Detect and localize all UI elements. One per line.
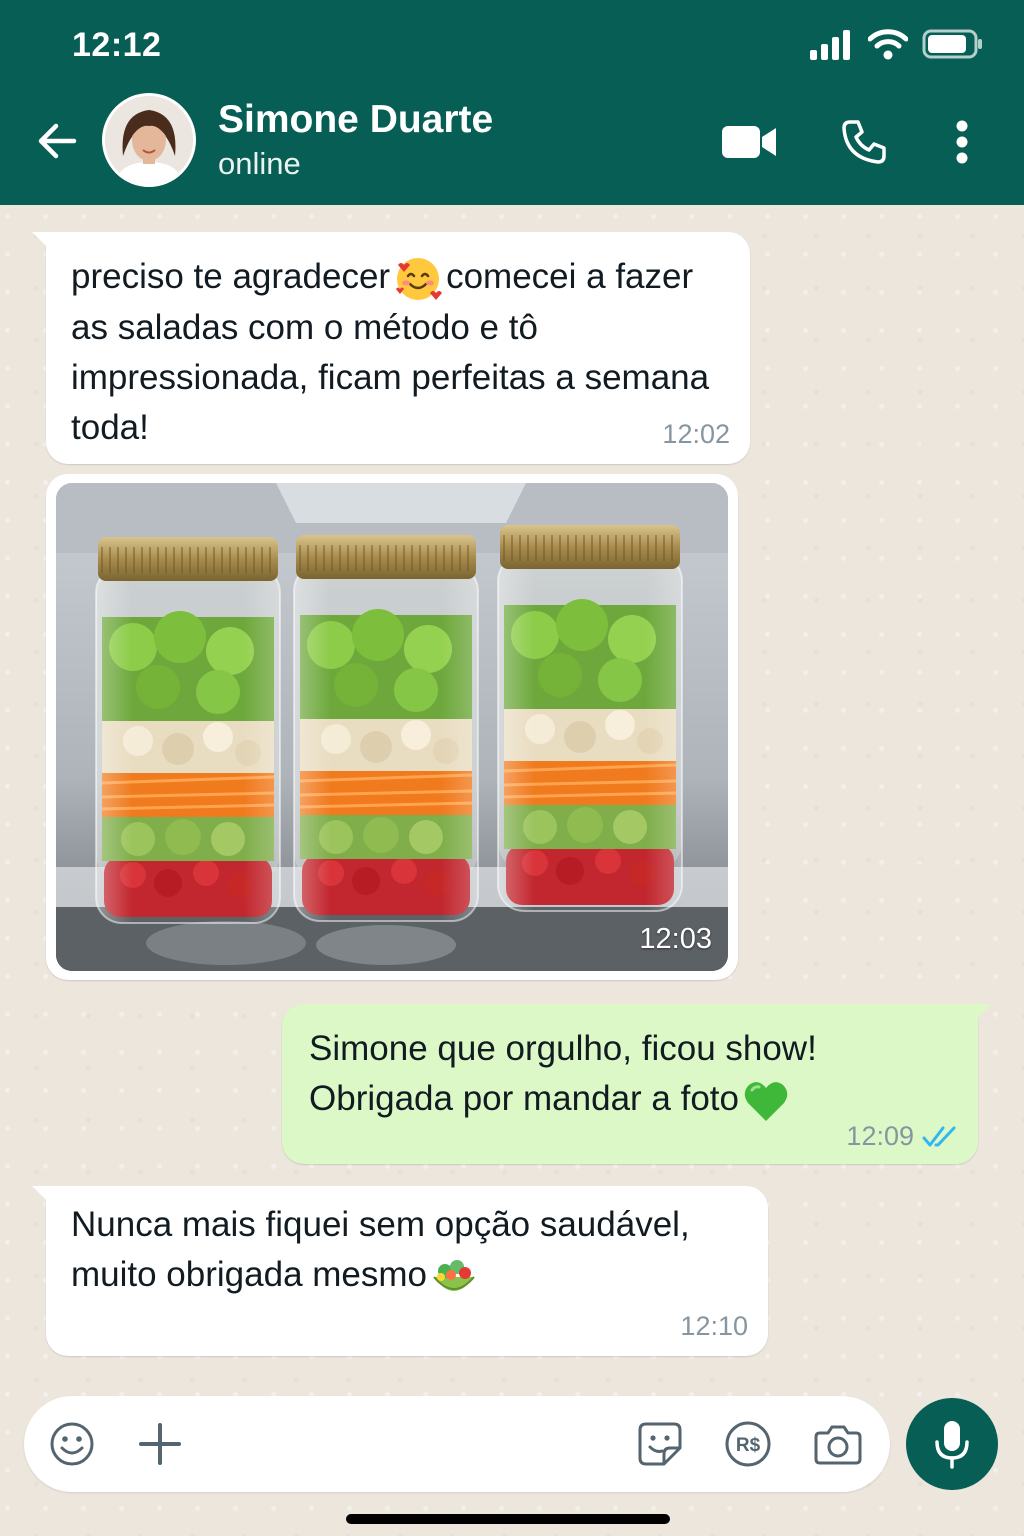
bubble-tail [32, 1186, 48, 1202]
message-text: Nunca mais fiquei sem opção saudável, mu… [71, 1200, 731, 1300]
microphone-icon [935, 1421, 969, 1469]
sticker-icon [638, 1422, 682, 1466]
chat-header: 12:12 Simone Duarte online [0, 0, 1024, 205]
contact-name[interactable]: Simone Duarte [218, 98, 493, 142]
back-arrow-icon[interactable] [34, 118, 80, 164]
message-time: 12:02 [662, 419, 730, 449]
bubble-tail [976, 1004, 992, 1020]
message-time: 12:10 [680, 1311, 748, 1341]
bubble-tail [32, 232, 48, 248]
phone-icon [842, 120, 886, 164]
video-camera-icon [722, 126, 776, 158]
sticker-button[interactable] [636, 1420, 684, 1468]
double-check-read-icon [922, 1126, 956, 1146]
message-meta: 12:09 [846, 1121, 958, 1152]
camera-button[interactable] [814, 1420, 862, 1468]
green-heart-icon [744, 1081, 788, 1121]
photo-salad-jars [56, 483, 728, 971]
message-meta: 12:10 [680, 1311, 748, 1342]
message-meta: 12:02 [662, 419, 730, 450]
signal-icon [810, 30, 850, 60]
green-salad-icon [433, 1259, 475, 1291]
payment-label: R$ [736, 1435, 761, 1456]
message-meta: 12:03 [639, 923, 712, 956]
message-text: Simone que orgulho, ficou show! Obrigada… [309, 1024, 949, 1124]
incoming-photo-message[interactable]: 12:03 [46, 474, 738, 980]
wifi-icon [868, 29, 908, 60]
voice-call-button[interactable] [834, 112, 894, 172]
outgoing-message[interactable]: Simone que orgulho, ficou show! Obrigada… [282, 1004, 992, 1164]
kebab-menu-icon [956, 120, 968, 164]
message-time: 12:09 [846, 1121, 914, 1151]
message-input[interactable] [204, 1418, 624, 1470]
attach-button[interactable] [136, 1420, 184, 1468]
smiley-icon [50, 1422, 94, 1466]
status-time: 12:12 [72, 26, 162, 64]
contact-status: online [218, 146, 301, 181]
video-call-button[interactable] [716, 112, 782, 172]
avatar-photo [105, 96, 193, 184]
battery-icon [922, 29, 982, 59]
payment-button[interactable]: R$ [724, 1420, 772, 1468]
contact-avatar[interactable] [102, 93, 196, 187]
home-indicator[interactable] [346, 1514, 670, 1524]
smiling-face-with-hearts-icon [396, 257, 443, 300]
emoji-button[interactable] [48, 1420, 96, 1468]
message-time: 12:03 [639, 923, 712, 955]
voice-message-button[interactable] [906, 1398, 998, 1490]
status-icons [810, 28, 984, 60]
more-options-button[interactable] [942, 112, 982, 172]
payment-icon: R$ [725, 1421, 771, 1467]
salad-jars-photo[interactable] [56, 483, 728, 971]
message-composer: R$ [24, 1396, 890, 1492]
incoming-message[interactable]: Nunca mais fiquei sem opção saudável, mu… [32, 1186, 768, 1356]
message-text: preciso te agradecer comecei a fazer as … [71, 252, 721, 453]
incoming-message[interactable]: preciso te agradecer comecei a fazer as … [32, 232, 750, 464]
plus-icon [139, 1423, 181, 1465]
camera-icon [814, 1425, 862, 1465]
